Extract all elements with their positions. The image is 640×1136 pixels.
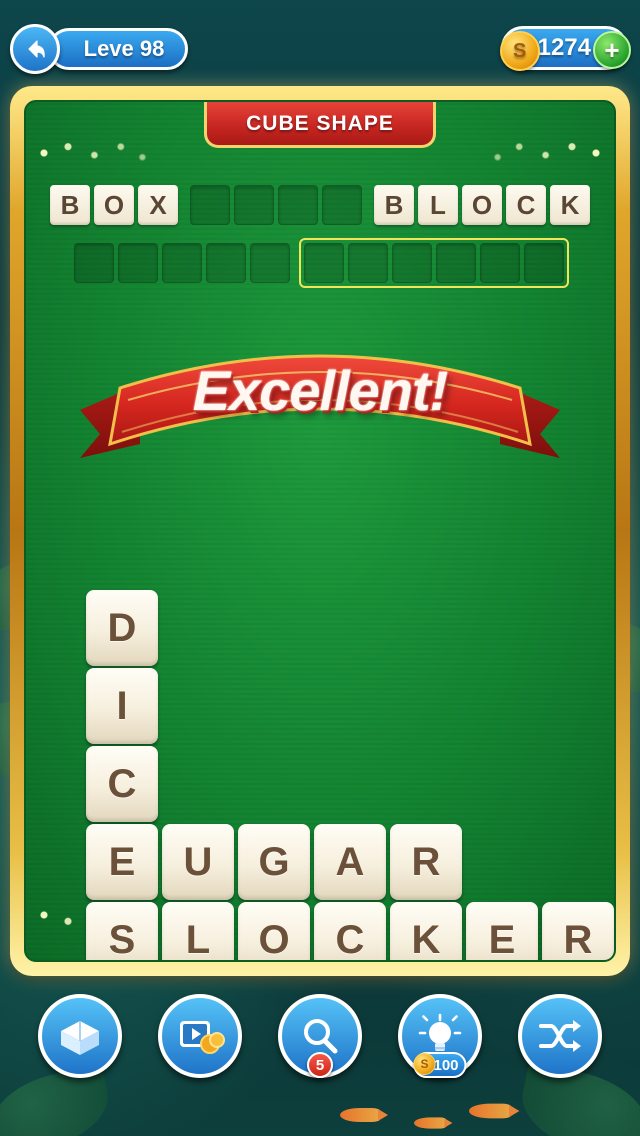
letter-tile[interactable]: G [238,824,310,900]
lightbulb-hint-cost: 100 [433,1056,459,1074]
category-banner: CUBE SHAPE [204,102,436,148]
letter-tiles: DICEUGARSLOCKER [26,102,614,960]
letter-tile[interactable]: R [390,824,462,900]
letter-tile[interactable]: R [542,902,614,960]
letter-tile[interactable]: E [86,824,158,900]
add-coin-label: + [604,35,620,65]
coin-counter: S 1274 + [499,26,631,71]
lightbulb-hint-badge: S 100 [413,1052,467,1078]
letter-tile[interactable]: U [162,824,234,900]
search-hint-button[interactable]: 5 [278,994,362,1078]
fish-decoration [414,1117,453,1129]
top-bar: Leve 98 S 1274 + [0,0,640,96]
fish-decoration [469,1103,520,1119]
coin-icon: S [499,31,540,71]
letter-tile[interactable]: L [162,902,234,960]
level-label: Leve 98 [83,36,165,61]
shuffle-button[interactable] [518,994,602,1078]
letter-tile[interactable]: E [466,902,538,960]
coin-area[interactable]: S 1274 + [499,26,631,71]
letter-tile[interactable]: C [314,902,386,960]
mini-coin-icon: S [413,1053,436,1075]
letter-tile[interactable]: D [86,590,158,666]
category-label: CUBE SHAPE [246,111,394,135]
bottom-toolbar: 5 S 100 [0,976,640,1136]
back-arrow-icon [28,40,45,58]
mini-coin-symbol: S [420,1057,429,1071]
letter-tile[interactable]: O [238,902,310,960]
search-hint-badge: 5 [307,1052,333,1078]
gift-box-icon [52,1008,108,1064]
back-button[interactable] [10,24,60,74]
shuffle-icon [532,1008,588,1064]
game-board: CUBE SHAPE BOXBLOCK Excellent! D I C E U… [24,100,616,962]
game-board-frame: CUBE SHAPE BOXBLOCK Excellent! D I C E U… [10,86,630,976]
letter-tile[interactable]: C [86,746,158,822]
letter-tile[interactable]: A [314,824,386,900]
search-hint-badge-count: 5 [315,1056,325,1074]
level-indicator: Leve 98 [48,28,188,70]
plus-icon[interactable]: + [593,31,631,69]
video-coins-icon [172,1008,228,1064]
coin-count: 1274 [537,34,591,61]
coin-symbol: S [512,39,527,62]
letter-tile[interactable]: K [390,902,462,960]
gift-box-button[interactable] [38,994,122,1078]
letter-tile[interactable]: I [86,668,158,744]
video-reward-button[interactable] [158,994,242,1078]
lightbulb-hint-button[interactable]: S 100 [398,994,482,1078]
letter-tile[interactable]: S [86,902,158,960]
fish-decoration [340,1108,388,1122]
